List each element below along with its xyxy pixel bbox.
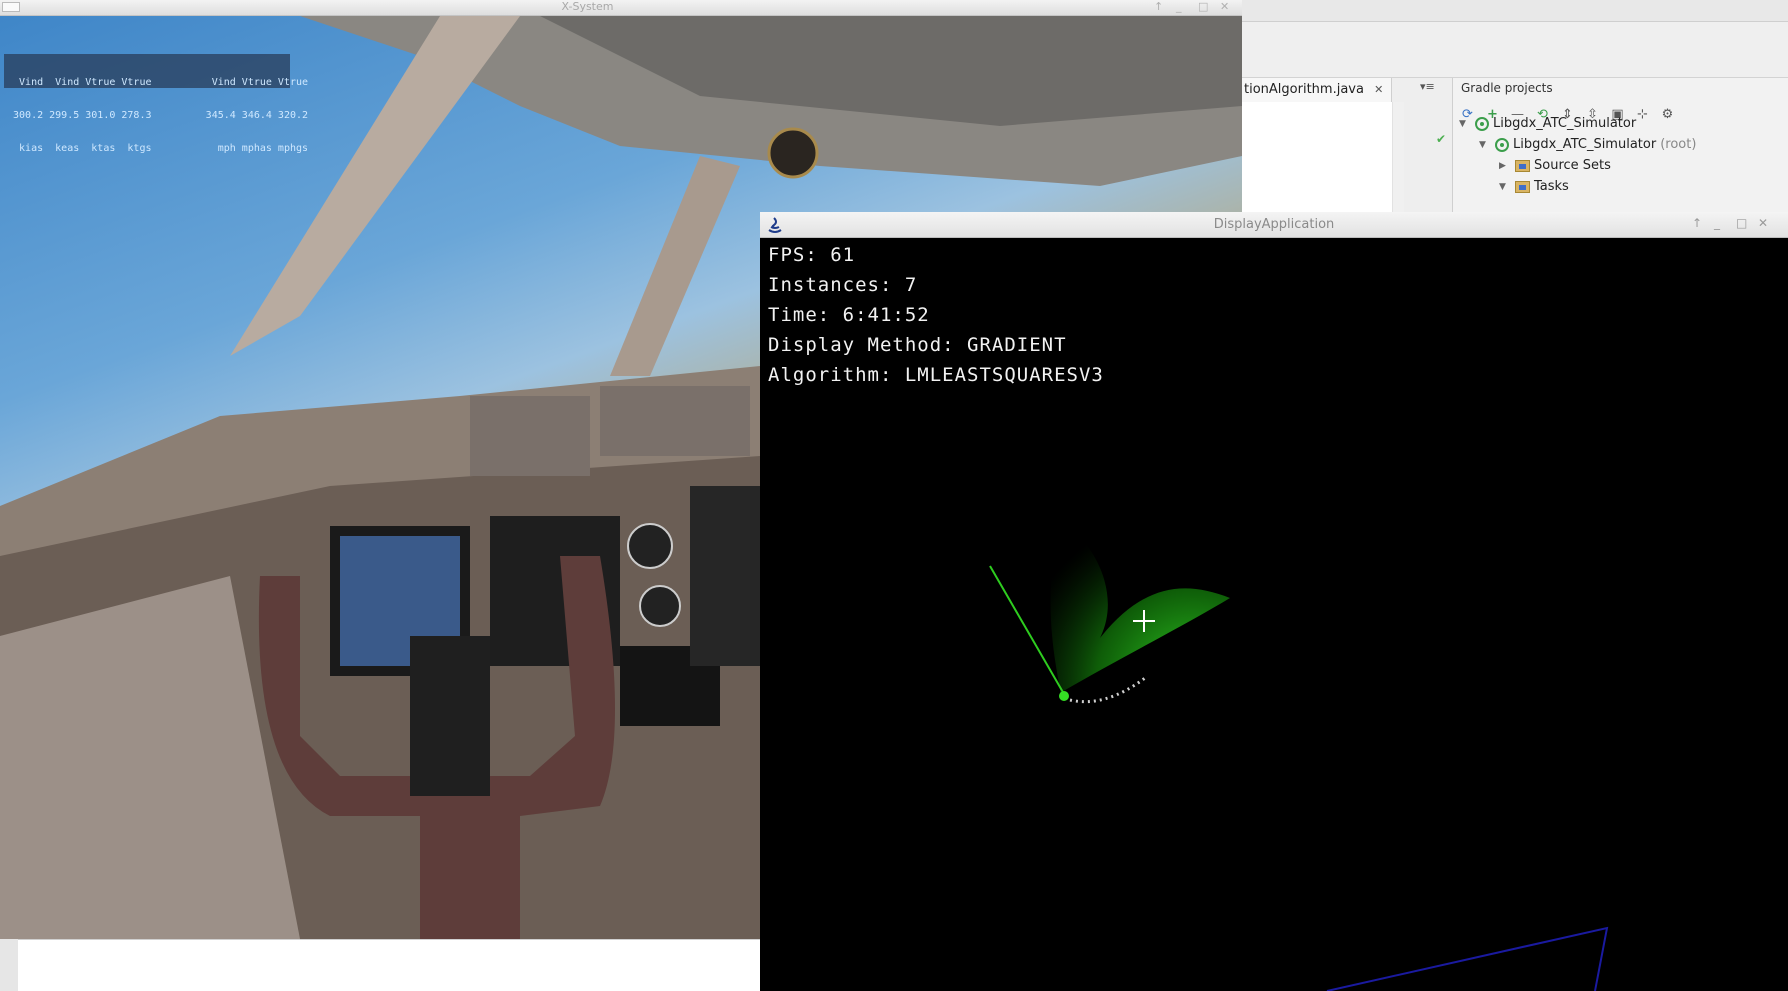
tree-item-source-sets[interactable]: ▶ Source Sets [1499, 158, 1611, 173]
display-title: DisplayApplication [1213, 217, 1335, 232]
folder-icon [1515, 159, 1530, 172]
toggle-offline-icon[interactable]: ⊹ [1634, 106, 1651, 123]
maximize-window-icon[interactable]: □ [1736, 216, 1747, 230]
ide-toolbar [1242, 22, 1788, 78]
xsystem-title: X-System [561, 0, 614, 13]
tree-item-label: Libgdx_ATC_Simulator [1513, 137, 1657, 152]
expand-arrow-icon[interactable]: ▼ [1479, 140, 1491, 150]
gradle-panel-title: Gradle projects [1461, 81, 1553, 95]
expand-arrow-icon[interactable]: ▼ [1499, 182, 1511, 192]
center-pillar [610, 156, 740, 376]
minimize-window-icon[interactable]: _ [1176, 0, 1182, 14]
mcp-panel [470, 396, 590, 476]
tree-item-label: Tasks [1534, 179, 1569, 194]
efis-panel [600, 386, 750, 456]
current-position-marker [1059, 691, 1069, 701]
tab-list-menu-icon[interactable]: ▾≡ [1420, 80, 1435, 93]
hud-row-values: 300.2 299.5 301.0 278.3 345.4 346.4 320.… [7, 110, 309, 121]
xsystem-bottom-panel [0, 939, 760, 991]
close-window-icon[interactable]: ✕ [1758, 216, 1768, 230]
eicas-panel [690, 486, 760, 666]
expand-arrow-icon[interactable]: ▼ [1459, 119, 1471, 129]
close-tab-icon[interactable]: ✕ [1374, 83, 1383, 96]
standby-gauge [627, 523, 673, 569]
tree-item-tasks[interactable]: ▼ Tasks [1499, 179, 1569, 194]
settings-icon[interactable]: ⚙ [1659, 106, 1676, 123]
gradle-icon [1495, 137, 1509, 152]
ide-window: tionAlgorithm.java ✕ ▾≡ ✔ Gradle project… [1242, 0, 1788, 212]
editor-tab-label: tionAlgorithm.java [1244, 82, 1364, 97]
editor-gutter [1392, 102, 1404, 212]
gradle-icon [1475, 116, 1489, 131]
compass-icon [767, 127, 819, 179]
tree-item-project[interactable]: ▼ Libgdx_ATC_Simulator [1459, 116, 1636, 131]
inspection-ok-icon: ✔ [1436, 132, 1447, 146]
visualization-layer [989, 518, 1609, 991]
ide-menubar [1242, 0, 1788, 22]
history-trail [1069, 676, 1146, 704]
display-titlebar[interactable]: DisplayApplication ↑ _ □ ✕ [760, 212, 1788, 238]
gradient-fan [1050, 518, 1230, 693]
gradle-projects-panel: Gradle projects ⟳ + — ⟲ ⇕ ⇳ ▣ ⊹ ⚙ ▼ Libg… [1452, 78, 1788, 212]
hud-row-labels: Vind Vind Vtrue Vtrue Vind Vtrue Vtrue [7, 77, 309, 88]
maximize-window-icon[interactable]: □ [1198, 0, 1208, 14]
folder-icon [1515, 180, 1530, 193]
editor-tab[interactable]: tionAlgorithm.java ✕ [1242, 78, 1392, 102]
render-canvas[interactable]: FPS: 61 Instances: 7 Time: 6:41:52 Displ… [760, 238, 1788, 991]
tree-item-label: Libgdx_ATC_Simulator [1493, 116, 1637, 131]
collapsed-arrow-icon[interactable]: ▶ [1499, 161, 1511, 171]
xsystem-bottom-edge [0, 939, 18, 991]
pin-window-icon[interactable]: ↑ [1154, 0, 1163, 14]
display-application-window: DisplayApplication ↑ _ □ ✕ FPS: 61 Insta… [760, 212, 1788, 991]
tree-item-root-module[interactable]: ▼ Libgdx_ATC_Simulator (root) [1479, 137, 1696, 152]
xsystem-titlebar[interactable]: X-System ↑ _ □ ✕ [0, 0, 1242, 16]
close-window-icon[interactable]: ✕ [1220, 0, 1229, 14]
minimize-window-icon[interactable]: _ [1714, 216, 1720, 230]
speed-readout-hud: Vind Vind Vtrue Vtrue Vind Vtrue Vtrue 3… [4, 54, 309, 154]
pin-window-icon[interactable]: ↑ [1692, 216, 1702, 230]
standby-gauge-2 [639, 585, 681, 627]
tree-item-label: Source Sets [1534, 158, 1611, 173]
yoke-checklist [410, 636, 490, 796]
editor-area[interactable] [1242, 102, 1392, 212]
tree-item-suffix: (root) [1660, 137, 1697, 152]
hud-row-units: kias keas ktas ktgs mph mphas mphgs [7, 143, 309, 154]
region-boundary [1326, 926, 1609, 991]
